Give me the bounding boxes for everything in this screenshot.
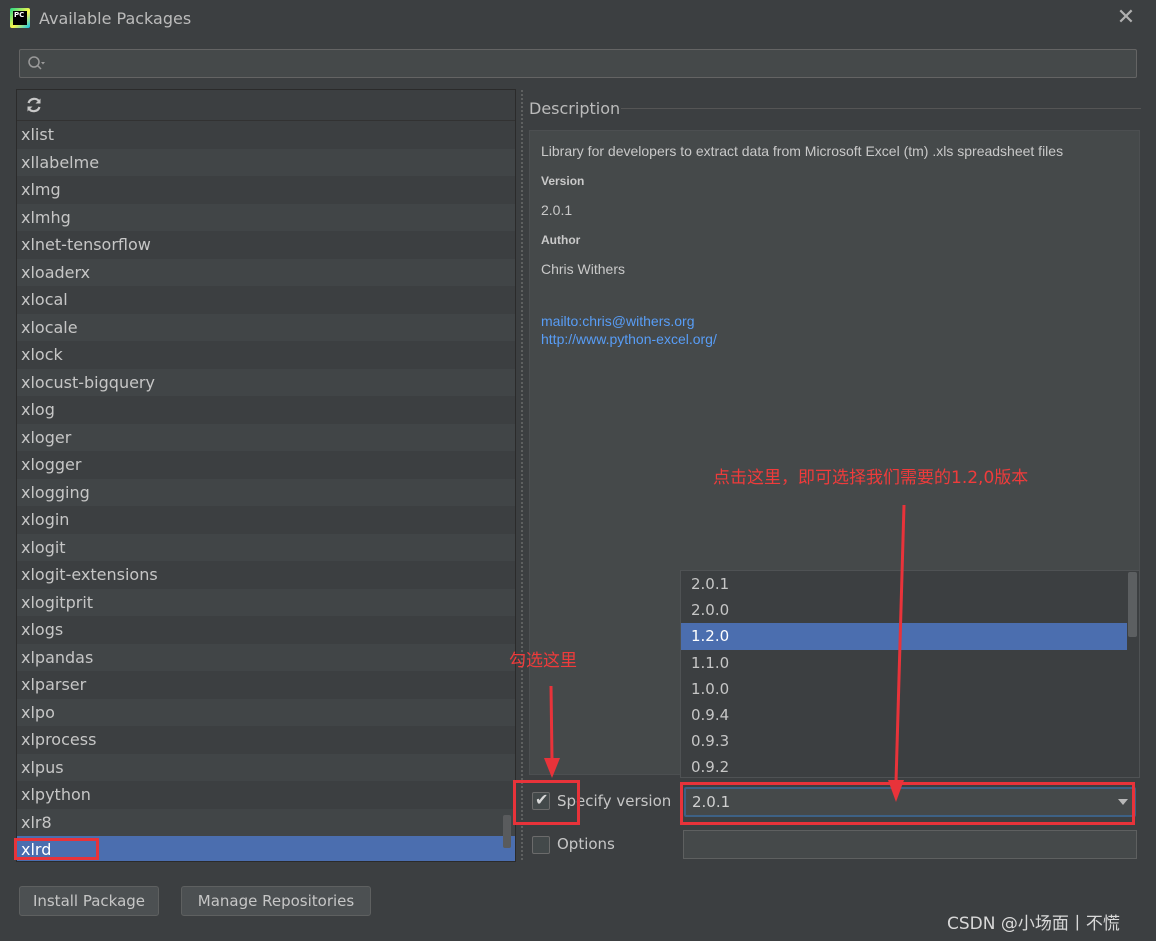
annotation-top-note: 点击这里，即可选择我们需要的1.2,0版本 (713, 468, 1029, 488)
package-list-item[interactable]: xlocal (17, 286, 515, 314)
package-list-item[interactable]: xlock (17, 341, 515, 369)
options-checkbox[interactable] (532, 836, 550, 854)
package-list-item[interactable]: xlogit-extensions (17, 561, 515, 589)
description-header: Description (529, 99, 621, 118)
package-list-item[interactable]: xllabelme (17, 148, 515, 176)
options-input[interactable] (683, 830, 1137, 859)
version-option[interactable]: 0.9.2 (681, 754, 1127, 777)
app-icon-text: PC (13, 11, 27, 25)
package-list-item[interactable]: xlparser (17, 671, 515, 699)
package-list-item[interactable]: xlogit (17, 533, 515, 561)
package-list-item[interactable]: xlocale (17, 313, 515, 341)
manage-button-label: Manage Repositories (197, 892, 355, 910)
csdn-watermark: CSDN @小场面丨不慌 (947, 914, 1120, 934)
description-summary: Library for developers to extract data f… (541, 143, 1064, 159)
window-title: Available Packages (39, 9, 192, 28)
title-bar: PC Available Packages ✕ (0, 0, 1156, 38)
author-value: Chris Withers (541, 261, 626, 277)
version-label: Version (541, 174, 585, 188)
package-list-panel: xlist xllabelme xlmg xlmhg xlnet-tensorflow x… (16, 89, 516, 862)
homepage-link[interactable]: http://www.python-excel.org/ (541, 331, 717, 347)
package-list-item[interactable]: xlmg (17, 176, 515, 204)
package-list-item[interactable]: xlr8 (17, 808, 515, 836)
email-link[interactable]: mailto:chris@withers.org (541, 313, 694, 329)
author-label: Author (541, 233, 581, 247)
package-list-item[interactable]: xloaderx (17, 258, 515, 286)
annotation-check-note: 勾选这里 (509, 651, 577, 671)
annotation-box-version-select (680, 782, 1135, 825)
package-list-item[interactable]: xlpandas (17, 643, 515, 671)
package-list-item[interactable]: xlogger (17, 451, 515, 479)
options-label[interactable]: Options (557, 835, 615, 853)
package-list-item[interactable]: xlpo (17, 698, 515, 726)
search-input[interactable] (19, 49, 1137, 78)
package-list-item[interactable]: xlog (17, 396, 515, 424)
annotation-box-checkbox (513, 780, 580, 825)
search-text-field[interactable] (52, 53, 1122, 74)
search-icon[interactable] (27, 55, 47, 73)
version-option[interactable]: 0.9.4 (681, 702, 1127, 728)
package-list-item[interactable]: xlist (17, 121, 515, 149)
version-option[interactable]: 1.0.0 (681, 676, 1127, 702)
package-list-item[interactable]: xlocust-bigquery (17, 368, 515, 396)
pycharm-logo-icon: PC (10, 8, 30, 28)
package-list-item[interactable]: xlogin (17, 506, 515, 534)
package-list-item[interactable]: xlprocess (17, 726, 515, 754)
version-option[interactable]: 1.2.0 (681, 623, 1127, 650)
panel-splitter[interactable] (519, 90, 525, 862)
manage-repositories-button[interactable]: Manage Repositories (181, 886, 371, 916)
package-list-item[interactable]: xlpython (17, 781, 515, 809)
package-list-item[interactable]: xlpus (17, 753, 515, 781)
list-scrollbar-thumb[interactable] (503, 815, 511, 848)
popup-scrollbar-thumb[interactable] (1128, 572, 1137, 637)
version-option[interactable]: 2.0.1 (681, 571, 1127, 597)
package-list-item[interactable]: xlogitprit (17, 588, 515, 616)
list-toolbar (17, 90, 515, 121)
version-dropdown-popup: 2.0.1 2.0.0 1.2.0 1.1.0 1.0.0 0.9.4 0.9.3 0.9.2 (680, 570, 1140, 778)
version-option[interactable]: 2.0.0 (681, 597, 1127, 623)
install-package-button[interactable]: Install Package (19, 886, 159, 916)
package-list-item[interactable]: xloger (17, 423, 515, 451)
package-list-item[interactable]: xlogging (17, 478, 515, 506)
package-list: xlist xllabelme xlmg xlmhg xlnet-tensorflow x… (17, 121, 515, 861)
description-divider (621, 108, 1141, 109)
version-option[interactable]: 0.9.3 (681, 728, 1127, 754)
annotation-box-xlrd (14, 838, 99, 860)
version-option[interactable]: 1.1.0 (681, 650, 1127, 676)
install-button-label: Install Package (32, 892, 146, 910)
package-list-item[interactable]: xlmhg (17, 203, 515, 231)
package-list-item[interactable]: xlogs (17, 616, 515, 644)
package-list-item[interactable]: xlnet-tensorflow (17, 231, 515, 259)
version-value: 2.0.1 (541, 202, 573, 218)
close-button[interactable]: ✕ (1113, 6, 1139, 32)
refresh-icon[interactable] (25, 96, 43, 114)
